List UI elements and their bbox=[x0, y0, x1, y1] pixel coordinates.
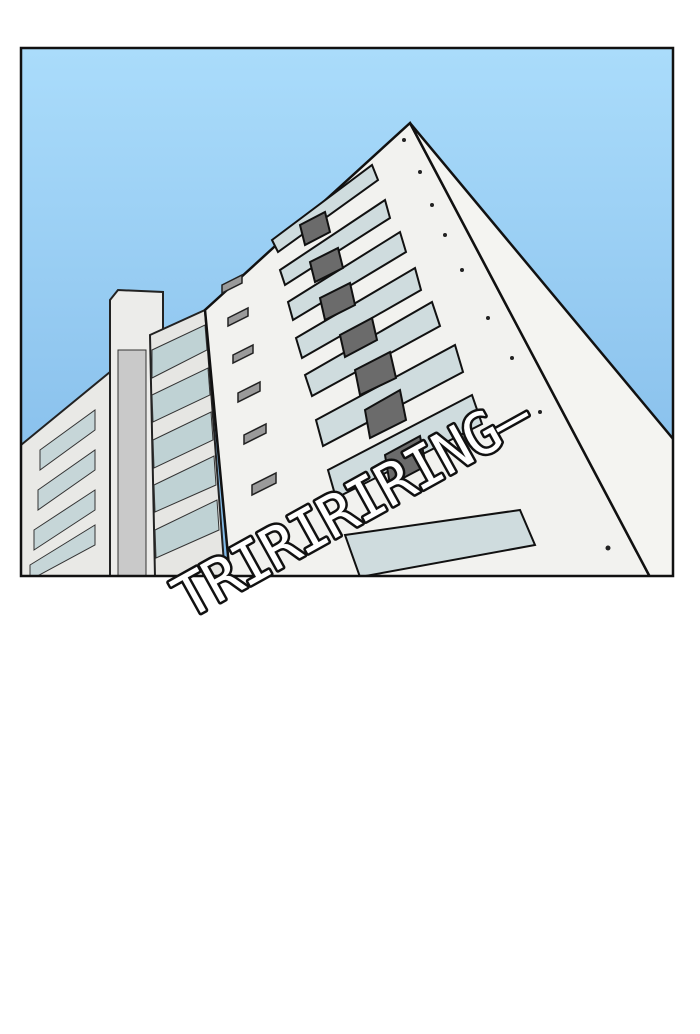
comic-panel: TRIRIRIRING— bbox=[19, 46, 675, 635]
stair-window bbox=[117, 349, 147, 576]
